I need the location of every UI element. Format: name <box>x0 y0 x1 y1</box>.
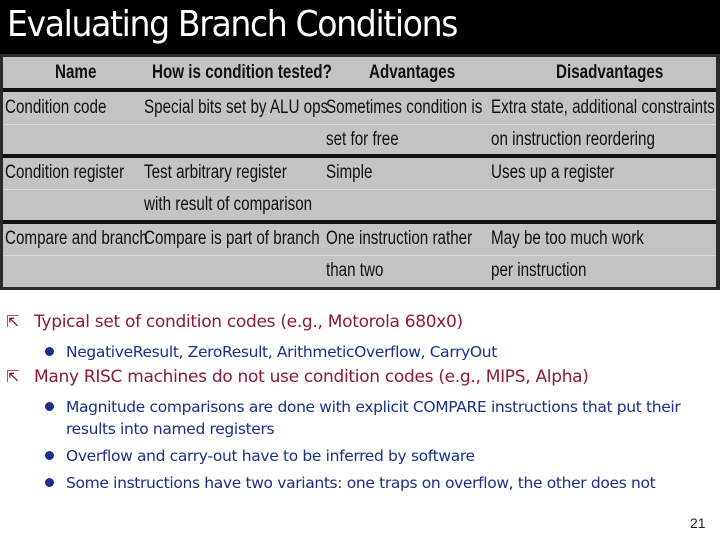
cell-name: Compare and branch <box>5 228 148 249</box>
cell-how-tested: Special bits set by ALU ops <box>144 97 329 118</box>
cell-disadvantages: on instruction reordering <box>491 129 655 150</box>
table-row: Compare and branch Compare is part of br… <box>3 223 716 255</box>
cell-name: Condition code <box>5 97 107 118</box>
cell-advantages: set for free <box>326 129 399 150</box>
cell-advantages: Simple <box>326 162 373 183</box>
header-advantages: Advantages <box>369 62 456 83</box>
cell-disadvantages: per instruction <box>491 260 587 281</box>
table-header-row: Name How is condition tested? Advantages… <box>3 57 716 89</box>
page-number: 21 <box>690 515 706 531</box>
dot-bullet-icon <box>45 402 54 411</box>
cell-disadvantages: Uses up a register <box>491 162 615 183</box>
sub-bullet-text: Some instructions have two variants: one… <box>66 474 656 492</box>
cell-disadvantages: May be too much work <box>491 228 644 249</box>
header-name: Name <box>55 62 97 83</box>
cell-how-tested: with result of comparison <box>144 194 313 215</box>
sub-bullet-text: Magnitude comparisons are done with expl… <box>66 398 681 438</box>
cell-advantages: than two <box>326 260 384 281</box>
dot-bullet-icon <box>45 347 54 356</box>
cell-how-tested: Compare is part of branch <box>144 228 320 249</box>
comparison-table: Name How is condition tested? Advantages… <box>0 54 720 290</box>
title-bar: Evaluating Branch Conditions <box>0 0 720 54</box>
dot-bullet-icon <box>45 451 54 460</box>
table-row: Condition register Test arbitrary regist… <box>3 157 716 189</box>
cell-how-tested: Test arbitrary register <box>144 162 287 183</box>
arrow-bullet-icon: ⇱ <box>6 367 20 386</box>
cell-advantages: Sometimes condition is <box>326 97 483 118</box>
table-row-continuation: with result of comparison <box>3 189 716 221</box>
dot-bullet-icon <box>45 478 54 487</box>
table-row: Condition code Special bits set by ALU o… <box>3 92 716 124</box>
cell-disadvantages: Extra state, additional constraints <box>491 97 715 118</box>
header-disadvantages: Disadvantages <box>556 62 664 83</box>
arrow-bullet-icon: ⇱ <box>6 312 20 331</box>
cell-advantages: One instruction rather <box>326 228 473 249</box>
sub-bullet-text: Overflow and carry-out have to be inferr… <box>66 447 475 465</box>
cell-name: Condition register <box>5 162 125 183</box>
table-body: Name How is condition tested? Advantages… <box>3 57 716 287</box>
header-how-tested: How is condition tested? <box>152 62 332 83</box>
table-row-continuation: than two per instruction <box>3 255 716 287</box>
sub-bullet-text: NegativeResult, ZeroResult, ArithmeticOv… <box>66 343 497 361</box>
slide-title: Evaluating Branch Conditions <box>7 4 458 45</box>
table-row-continuation: set for free on instruction reordering <box>3 124 716 156</box>
bullet-text: Many RISC machines do not use condition … <box>34 367 589 387</box>
bullet-text: Typical set of condition codes (e.g., Mo… <box>34 312 463 332</box>
